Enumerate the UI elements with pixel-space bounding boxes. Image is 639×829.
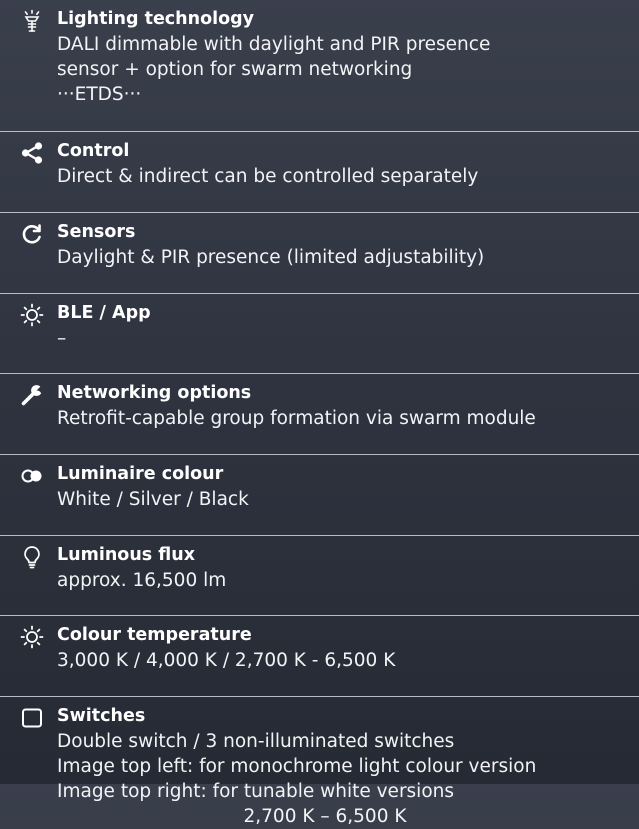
spec-value: Retrofit-capable group formation via swa… (57, 408, 536, 429)
spec-luminaire-colour: Luminaire colour White / Silver / Black (0, 455, 639, 536)
spec-value: Double switch / 3 non-illuminated switch… (57, 731, 455, 752)
spec-title: Switches (57, 706, 146, 726)
spec-value: 3,000 K / 4,000 K / 2,700 K - 6,500 K (57, 650, 396, 671)
spec-value: approx. 16,500 lm (57, 570, 227, 591)
wrench-icon (20, 383, 44, 407)
spec-luminous-flux: Luminous flux approx. 16,500 lm (0, 536, 639, 616)
spec-value: 2,700 K – 6,500 K (243, 806, 407, 827)
spec-title: Lighting technology (57, 9, 255, 29)
spec-title: BLE / App (57, 303, 151, 323)
share-icon (20, 141, 44, 165)
spec-ble-app: BLE / App – (0, 294, 639, 374)
colour-circles-icon (20, 464, 44, 488)
spec-value: – (57, 328, 67, 349)
spec-title: Colour temperature (57, 625, 252, 645)
spec-networking-options: Networking options Retrofit-capable grou… (0, 374, 639, 455)
spec-control: Control Direct & indirect can be control… (0, 132, 639, 213)
spec-title: Control (57, 141, 130, 161)
spec-lighting-technology: Lighting technology DALI dimmable with d… (0, 0, 639, 132)
spec-value: Direct & indirect can be controlled sepa… (57, 166, 479, 187)
refresh-icon (20, 222, 44, 246)
sun-icon (20, 303, 44, 327)
spec-title: Luminous flux (57, 545, 196, 565)
square-icon (20, 706, 44, 730)
spec-value: Daylight & PIR presence (limited adjusta… (57, 247, 485, 268)
spec-list: Lighting technology DALI dimmable with d… (0, 0, 639, 827)
spec-title: Sensors (57, 222, 136, 242)
spec-title: Luminaire colour (57, 464, 224, 484)
spec-value: Image top left: for monochrome light col… (57, 756, 537, 777)
spec-value: Image top right: for tunable white versi… (57, 781, 455, 802)
spec-value: DALI dimmable with daylight and PIR pres… (57, 34, 491, 55)
spec-switches: Switches Double switch / 3 non-illuminat… (0, 697, 639, 827)
spec-value: sensor + option for swarm networking (57, 59, 413, 80)
spec-value: ···ETDS··· (57, 84, 142, 105)
spec-sensors: Sensors Daylight & PIR presence (limited… (0, 213, 639, 294)
lightbulb-icon (20, 545, 44, 569)
spec-value: White / Silver / Black (57, 489, 249, 510)
sun-icon (20, 625, 44, 649)
spec-title: Networking options (57, 383, 252, 403)
spec-colour-temperature: Colour temperature 3,000 K / 4,000 K / 2… (0, 616, 639, 697)
lamp-icon (20, 9, 44, 33)
